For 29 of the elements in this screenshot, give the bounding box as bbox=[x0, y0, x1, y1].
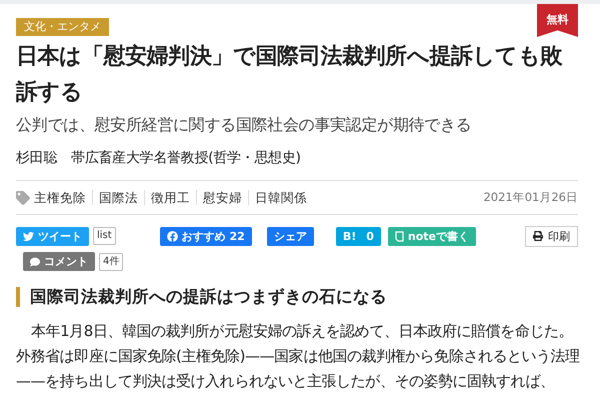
facebook-icon bbox=[166, 230, 178, 242]
tag-link[interactable]: 国際法 bbox=[92, 190, 144, 205]
publish-date: 2021年01月26日 bbox=[483, 190, 578, 205]
note-icon bbox=[394, 230, 404, 242]
tag-link[interactable]: 日韓関係 bbox=[248, 190, 313, 205]
free-badge: 無料 bbox=[537, 4, 578, 37]
tag-icon bbox=[16, 190, 30, 204]
print-button[interactable]: 印刷 bbox=[525, 226, 578, 246]
bookmark-button[interactable]: B! 0 bbox=[336, 226, 381, 246]
recommend-button[interactable]: おすすめ 22 bbox=[160, 226, 252, 246]
speech-bubble-icon bbox=[30, 256, 40, 266]
note-button[interactable]: noteで書く bbox=[388, 226, 476, 246]
category-label[interactable]: 文化・エンタメ bbox=[16, 18, 109, 36]
bird-icon bbox=[23, 230, 34, 242]
author-affiliation: 帯広畜産大学名誉教授(哲学・思想史) bbox=[71, 149, 301, 168]
article-subtitle: 公判では、慰安所経営に関する国際社会の事実認定が期待できる bbox=[16, 114, 472, 136]
article-body: 本年1月8日、韓国の裁判所が元慰安婦の訴えを認めて、日本政府に賠償を命じた。外務省は即座に国家免除(主権免除)——国家は他国の裁判権から免除されるという法理——を持ち出して判決は受け入れられないと主張したが、その姿勢に固執すれば、 bbox=[16, 321, 581, 392]
comment-count: 4件 bbox=[99, 252, 124, 270]
tag-link[interactable]: 徴用工 bbox=[144, 190, 196, 205]
share-button[interactable]: シェア bbox=[266, 226, 314, 246]
article-title: 日本は「慰安婦判決」で国際司法裁判所へ提訴しても敗訴する bbox=[16, 42, 564, 107]
section-heading: 国際司法裁判所への提訴はつまずきの石になる bbox=[16, 287, 578, 307]
tweet-count: list bbox=[93, 227, 116, 245]
tag-link[interactable]: 主権免除 bbox=[30, 190, 92, 205]
comment-button[interactable]: コメント bbox=[23, 252, 95, 271]
printer-icon bbox=[533, 231, 543, 241]
tweet-button[interactable]: ツイート bbox=[16, 226, 89, 246]
tag-link[interactable]: 慰安婦 bbox=[196, 190, 248, 205]
author-name: 杉田聡 bbox=[16, 149, 58, 168]
